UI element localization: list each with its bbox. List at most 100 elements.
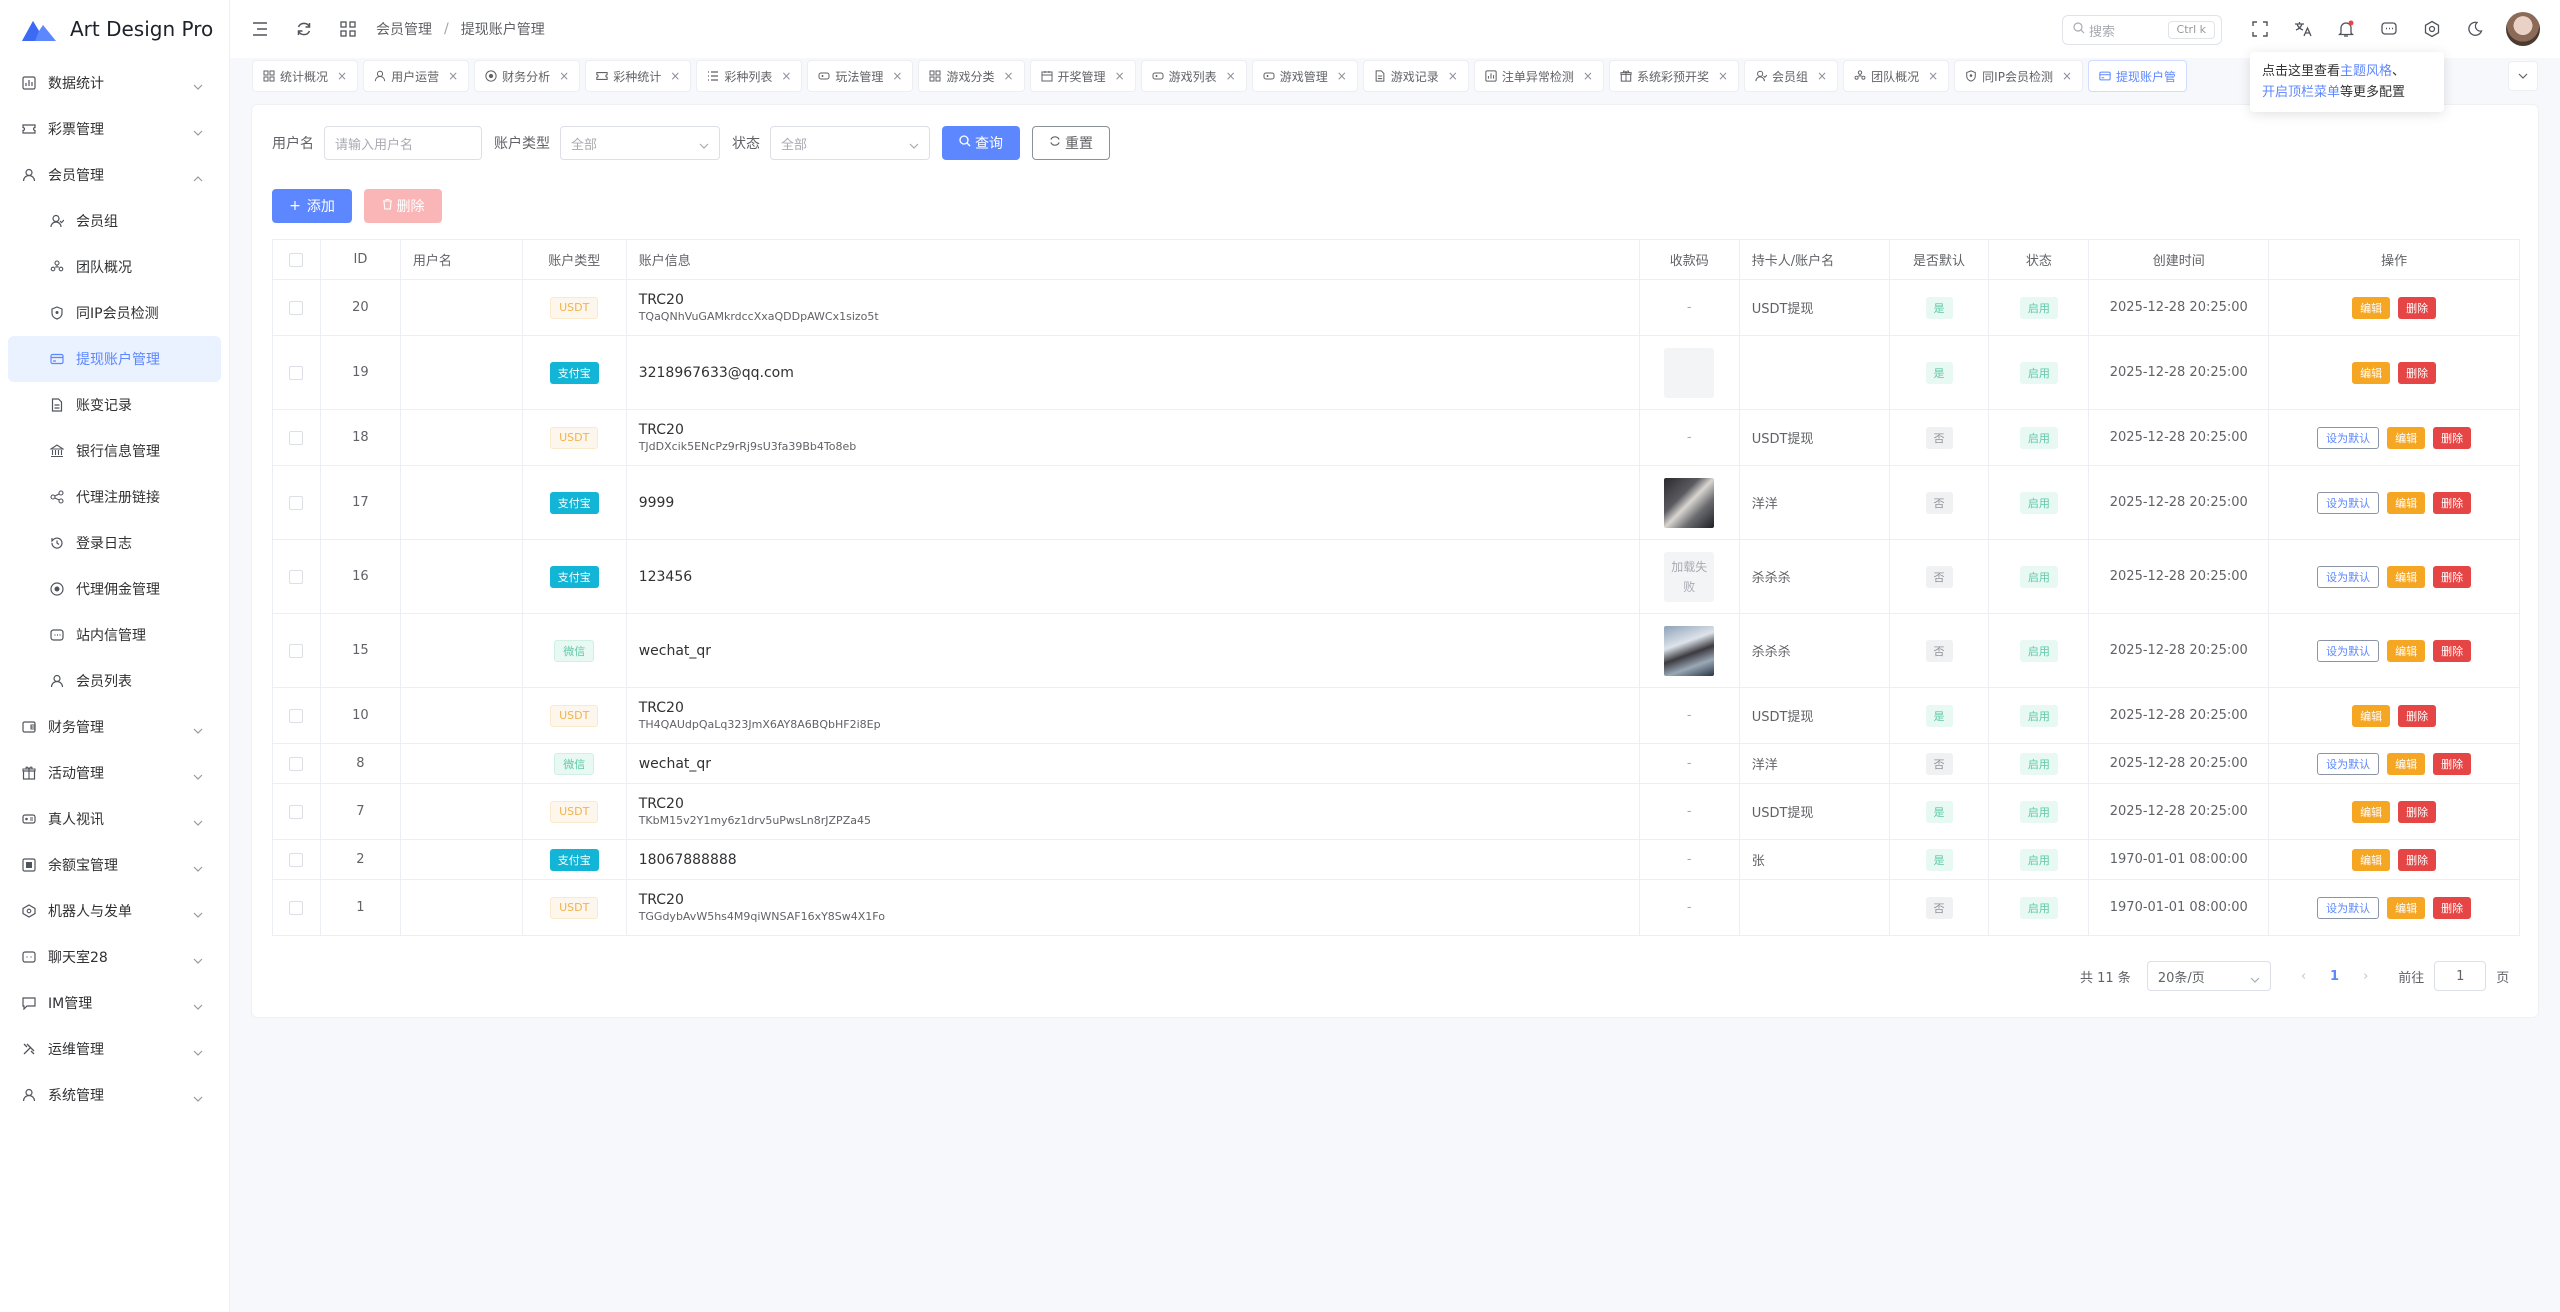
worktab[interactable]: 游戏管理 × [1251, 60, 1358, 92]
close-icon[interactable]: × [1817, 69, 1827, 83]
sidebar-subitem[interactable]: 银行信息管理 [8, 428, 221, 474]
worktab[interactable]: 同IP会员检测 × [1954, 60, 2084, 92]
delete-button[interactable]: 删除 [2398, 361, 2437, 384]
delete-button[interactable]: 删除 [2433, 426, 2472, 449]
sidebar-item-im[interactable]: IM管理 [0, 980, 229, 1026]
sidebar-subitem[interactable]: 代理注册链接 [8, 474, 221, 520]
close-icon[interactable]: × [1583, 69, 1593, 83]
page-number-current[interactable]: 1 [2330, 969, 2339, 984]
row-checkbox[interactable] [289, 804, 304, 819]
worktab[interactable]: 注单异常检测 × [1473, 60, 1604, 92]
next-page-icon[interactable]: › [2363, 969, 2368, 984]
refresh-icon[interactable] [294, 19, 314, 39]
delete-button[interactable]: 删除 [2433, 752, 2472, 775]
row-checkbox[interactable] [289, 852, 304, 867]
edit-button[interactable]: 编辑 [2352, 361, 2391, 384]
sidebar-subitem[interactable]: 登录日志 [8, 520, 221, 566]
select-all-checkbox[interactable] [289, 252, 304, 267]
set-default-button[interactable]: 设为默认 [2317, 565, 2380, 588]
edit-button[interactable]: 编辑 [2387, 565, 2426, 588]
worktab[interactable]: 游戏分类 × [918, 60, 1025, 92]
user-avatar[interactable] [2506, 12, 2540, 46]
page-size-select[interactable]: 20条/页 [2146, 961, 2271, 991]
sidebar-item-tools[interactable]: 运维管理 [0, 1026, 229, 1072]
row-checkbox[interactable] [289, 756, 304, 771]
sidebar-subitem[interactable]: 团队概况 [8, 244, 221, 290]
close-icon[interactable]: × [1337, 69, 1347, 83]
fullscreen-icon[interactable] [2250, 19, 2270, 39]
delete-button[interactable]: 删除 [2433, 896, 2472, 919]
tooltip-theme-link[interactable]: 主题风格 [2340, 64, 2392, 79]
worktab[interactable]: 彩种列表 × [696, 60, 803, 92]
close-icon[interactable]: × [2062, 69, 2072, 83]
menu-fold-icon[interactable] [250, 19, 270, 39]
sidebar-item-user[interactable]: 会员管理 [0, 152, 229, 198]
sidebar-item-finance[interactable]: 财务管理 [0, 704, 229, 750]
close-icon[interactable]: × [670, 69, 680, 83]
sidebar-item-safe[interactable]: 余额宝管理 [0, 842, 229, 888]
sidebar-item-robot[interactable]: 机器人与发单 [0, 888, 229, 934]
worktab[interactable]: 提现账户管 [2088, 60, 2188, 92]
close-icon[interactable]: × [1448, 69, 1458, 83]
worktab[interactable]: 系统彩预开奖 × [1608, 60, 1740, 92]
breadcrumb-item[interactable]: 会员管理 [376, 19, 432, 39]
worktab[interactable]: 开奖管理 × [1029, 60, 1136, 92]
chat-icon[interactable] [2379, 19, 2399, 39]
row-checkbox[interactable] [289, 365, 304, 380]
close-icon[interactable]: × [1226, 69, 1236, 83]
edit-button[interactable]: 编辑 [2352, 848, 2391, 871]
worktab[interactable]: 彩种统计 × [585, 60, 692, 92]
delete-button[interactable]: 删除 [2433, 565, 2472, 588]
close-icon[interactable]: × [1003, 69, 1013, 83]
set-default-button[interactable]: 设为默认 [2317, 491, 2380, 514]
prev-page-icon[interactable]: ‹ [2301, 969, 2306, 984]
edit-button[interactable]: 编辑 [2352, 800, 2391, 823]
account-type-select[interactable]: 全部 [560, 126, 720, 160]
delete-button[interactable]: 删除 [2433, 639, 2472, 662]
delete-button[interactable]: 删除 [2398, 704, 2437, 727]
row-checkbox[interactable] [289, 643, 304, 658]
sidebar-subitem[interactable]: 账变记录 [8, 382, 221, 428]
delete-button[interactable]: 删除 [2398, 848, 2437, 871]
global-search[interactable]: 搜索 Ctrl k [2062, 15, 2222, 45]
sidebar-subitem[interactable]: 同IP会员检测 [8, 290, 221, 336]
row-checkbox[interactable] [289, 300, 304, 315]
delete-button[interactable]: 删除 [2398, 296, 2437, 319]
close-icon[interactable]: × [1928, 69, 1938, 83]
worktab[interactable]: 会员组 × [1744, 60, 1839, 92]
edit-button[interactable]: 编辑 [2387, 426, 2426, 449]
close-icon[interactable]: × [892, 69, 902, 83]
goto-page-input[interactable]: 1 [2434, 961, 2487, 991]
qr-image[interactable] [1664, 477, 1715, 528]
sidebar-subitem[interactable]: 会员组 [8, 198, 221, 244]
edit-button[interactable]: 编辑 [2387, 896, 2426, 919]
set-default-button[interactable]: 设为默认 [2317, 426, 2380, 449]
close-icon[interactable]: × [1115, 69, 1125, 83]
sidebar-item-gift[interactable]: 活动管理 [0, 750, 229, 796]
worktab[interactable]: 游戏记录 × [1362, 60, 1469, 92]
sidebar-subitem[interactable]: 会员列表 [8, 658, 221, 704]
reset-button[interactable]: 重置 [1032, 126, 1110, 160]
set-default-button[interactable]: 设为默认 [2317, 752, 2380, 775]
logo[interactable]: Art Design Pro [0, 0, 229, 58]
edit-button[interactable]: 编辑 [2387, 639, 2426, 662]
settings-gear-icon[interactable] [2422, 19, 2442, 39]
set-default-button[interactable]: 设为默认 [2317, 639, 2380, 662]
tabs-more-chevron-icon[interactable] [2508, 61, 2538, 91]
qr-placeholder[interactable] [1664, 347, 1715, 398]
status-select[interactable]: 全部 [770, 126, 930, 160]
worktab[interactable]: 用户运营 × [363, 60, 470, 92]
close-icon[interactable]: × [448, 69, 458, 83]
sidebar-item-ticket[interactable]: 彩票管理 [0, 106, 229, 152]
close-icon[interactable]: × [337, 69, 347, 83]
row-checkbox[interactable] [289, 900, 304, 915]
notification-bell-icon[interactable] [2336, 19, 2356, 39]
close-icon[interactable]: × [1718, 69, 1728, 83]
edit-button[interactable]: 编辑 [2387, 752, 2426, 775]
apps-grid-icon[interactable] [338, 19, 358, 39]
set-default-button[interactable]: 设为默认 [2317, 896, 2380, 919]
sidebar-subitem[interactable]: 站内信管理 [8, 612, 221, 658]
batch-delete-button[interactable]: 删除 [364, 189, 442, 223]
qr-image[interactable] [1664, 625, 1715, 676]
username-input[interactable]: 请输入用户名 [324, 126, 482, 160]
